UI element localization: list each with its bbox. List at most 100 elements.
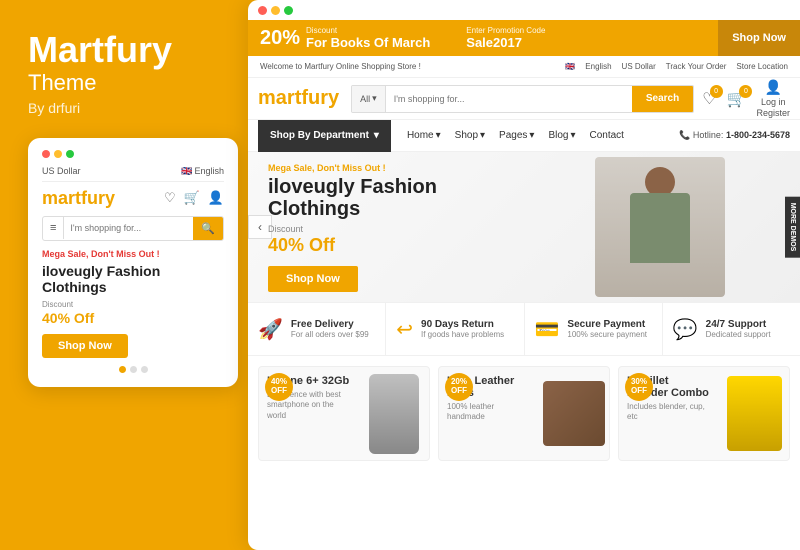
hero-heading-line2: Clothings xyxy=(268,198,360,220)
payment-icon: 💳 xyxy=(535,317,560,342)
product-image-iphone xyxy=(359,367,429,460)
dot-yellow xyxy=(54,150,62,158)
feature-free-delivery: 🚀 Free Delivery For all oders over $99 xyxy=(248,303,386,355)
mobile-logo: martfury xyxy=(42,188,115,209)
product-badge-bag: 20% OFF xyxy=(445,373,473,401)
mobile-search-button[interactable]: 🔍 xyxy=(193,217,223,240)
hotline-area: 📞 Hotline: 1-800-234-5678 xyxy=(679,130,790,141)
info-currency[interactable]: US Dollar xyxy=(622,62,656,71)
bag-illustration xyxy=(543,381,605,446)
slide-dot-3[interactable] xyxy=(141,366,148,373)
feature-return-title: 90 Days Return xyxy=(421,319,504,330)
product-desc-bag: 100% leather handmade xyxy=(447,402,531,423)
menu-item-pages[interactable]: Pages ▾ xyxy=(499,130,534,141)
hero-heading-line1: iloveugly Fashion xyxy=(268,176,437,198)
heart-icon[interactable]: ♡ xyxy=(164,190,176,206)
menu-pages-label: Pages xyxy=(499,130,527,141)
search-category-chevron-icon: ▾ xyxy=(372,93,377,104)
hero-heading: iloveugly Fashion Clothings xyxy=(268,176,437,220)
features-bar: 🚀 Free Delivery For all oders over $99 ↩… xyxy=(248,302,800,356)
blender-illustration xyxy=(727,376,782,451)
promo-discount-label: Discount xyxy=(306,26,426,35)
search-category-label: All xyxy=(360,94,370,104)
desktop-menu-bar: Shop By Department ▾ Home ▾ Shop ▾ Pages… xyxy=(248,120,800,152)
shop-by-dept-label: Shop By Department xyxy=(270,130,369,141)
menu-home-chevron-icon: ▾ xyxy=(436,130,441,141)
hotline-label: Hotline: xyxy=(693,130,724,140)
support-icon: 💬 xyxy=(673,317,698,342)
search-category-dropdown[interactable]: All ▾ xyxy=(352,86,386,112)
cart-button[interactable]: 🛒 0 xyxy=(727,89,747,109)
info-bar-right: 🇬🇧 English US Dollar Track Your Order St… xyxy=(565,62,788,71)
menu-pages-chevron-icon: ▾ xyxy=(529,130,534,141)
product-row: 40% OFF Iphone 6+ 32Gb Experience with b… xyxy=(248,356,800,471)
slide-dot-1[interactable] xyxy=(119,366,126,373)
info-language[interactable]: English xyxy=(585,62,611,71)
product-card-blender[interactable]: 30% OFF Nutrillet Blender Combo Includes… xyxy=(618,366,790,461)
feature-support: 💬 24/7 Support Dedicated support xyxy=(663,303,800,355)
hero-shop-button[interactable]: Shop Now xyxy=(268,266,358,292)
login-label: Log in xyxy=(761,97,786,107)
win-dot-green xyxy=(284,6,293,15)
menu-item-home[interactable]: Home ▾ xyxy=(407,130,441,141)
mobile-search-bar: ≡ 🔍 xyxy=(42,216,224,241)
mobile-window-dots xyxy=(42,150,224,158)
left-panel: Martfury Theme By drfuri US Dollar 🇬🇧 En… xyxy=(0,0,248,550)
menu-blog-chevron-icon: ▾ xyxy=(570,130,575,141)
mobile-slide-indicators xyxy=(42,366,224,373)
cart-icon[interactable]: 🛒 xyxy=(184,190,200,206)
product-card-iphone[interactable]: 40% OFF Iphone 6+ 32Gb Experience with b… xyxy=(258,366,430,461)
feature-support-desc: Dedicated support xyxy=(706,330,771,339)
hero-image xyxy=(560,152,760,302)
cart-badge: 0 xyxy=(739,85,752,98)
slide-dot-2[interactable] xyxy=(130,366,137,373)
desktop-search-input[interactable] xyxy=(386,86,632,112)
menu-item-blog[interactable]: Blog ▾ xyxy=(548,130,575,141)
mobile-discount-label: Discount xyxy=(42,300,224,309)
feature-payment-title: Secure Payment xyxy=(567,319,647,330)
user-icon[interactable]: 👤 xyxy=(208,190,224,206)
main-menu-items: Home ▾ Shop ▾ Pages ▾ Blog ▾ Contact xyxy=(407,130,663,141)
login-area[interactable]: 👤 Log in Register xyxy=(756,79,790,118)
info-store-location[interactable]: Store Location xyxy=(736,62,788,71)
return-icon: ↩ xyxy=(396,317,413,342)
dot-green xyxy=(66,150,74,158)
right-panel: 20% Discount For Books Of March Enter Pr… xyxy=(248,0,800,550)
more-demos-button[interactable]: MORE DEMOS xyxy=(785,197,800,258)
mobile-heading-line1: iloveugly Fashion xyxy=(42,263,160,279)
desktop-promo-bar: 20% Discount For Books Of March Enter Pr… xyxy=(248,20,800,56)
shop-by-department-button[interactable]: Shop By Department ▾ xyxy=(258,120,391,152)
feature-support-title: 24/7 Support xyxy=(706,319,771,330)
brand-title: Martfury xyxy=(28,30,172,70)
menu-blog-label: Blog xyxy=(548,130,568,141)
mobile-logo-first: mart xyxy=(42,188,81,208)
mobile-logo-bar: martfury ♡ 🛒 👤 xyxy=(42,188,224,209)
promo-shop-button[interactable]: Shop Now xyxy=(718,20,800,56)
menu-item-contact[interactable]: Contact xyxy=(589,130,623,141)
feature-return-desc: If goods have problems xyxy=(421,330,504,339)
flag-icon: 🇬🇧 xyxy=(181,166,192,177)
product-card-bag[interactable]: 20% OFF Unio Leather Bags 100% leather h… xyxy=(438,366,610,461)
hero-discount-label: Discount xyxy=(268,224,437,234)
promo-title: For Books Of March xyxy=(306,35,430,50)
mobile-discount-value: 40% Off xyxy=(42,310,224,326)
iphone-illustration xyxy=(369,374,419,454)
mobile-hero-heading: iloveugly Fashion Clothings xyxy=(42,263,224,297)
mobile-search-input[interactable] xyxy=(64,218,193,238)
feature-payment-desc: 100% secure payment xyxy=(567,330,647,339)
hamburger-icon[interactable]: ≡ xyxy=(43,217,64,239)
menu-item-shop[interactable]: Shop ▾ xyxy=(455,130,485,141)
feature-delivery-title: Free Delivery xyxy=(291,319,369,330)
nav-icons: ♡ 0 🛒 0 👤 Log in Register xyxy=(702,79,790,118)
brand-by: By drfuri xyxy=(28,100,80,116)
desktop-logo: martfury xyxy=(258,87,339,110)
brand-subtitle: Theme xyxy=(28,70,96,96)
desktop-search-button[interactable]: Search xyxy=(632,86,693,112)
wishlist-button[interactable]: ♡ 0 xyxy=(702,89,716,109)
mobile-lang-label: English xyxy=(194,166,224,176)
phone-icon: 📞 xyxy=(679,130,690,140)
mobile-language: 🇬🇧 English xyxy=(181,166,224,177)
mobile-icons: ♡ 🛒 👤 xyxy=(164,190,224,206)
mobile-shop-button[interactable]: Shop Now xyxy=(42,334,128,358)
info-track-order[interactable]: Track Your Order xyxy=(666,62,727,71)
